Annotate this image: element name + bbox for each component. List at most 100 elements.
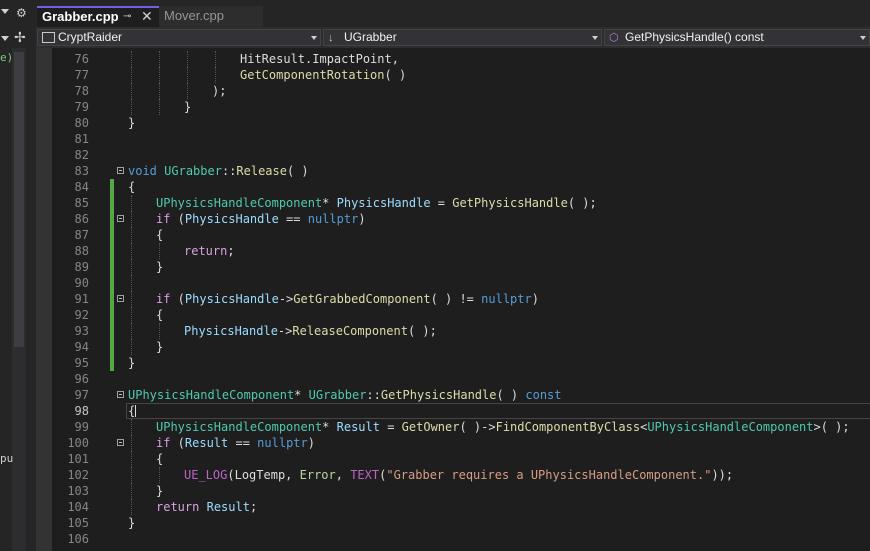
code-token: ; [249, 500, 258, 514]
code-text: HitResult.ImpactPoint, [240, 51, 399, 67]
fold-collapse-icon[interactable] [117, 167, 124, 174]
code-line[interactable]: 83 void UGrabber::Release( ) [36, 163, 870, 179]
code-token: { [128, 180, 136, 194]
code-line[interactable]: 92 { [36, 307, 870, 323]
code-text: } [156, 339, 163, 355]
line-number: 84 [74, 180, 89, 194]
code-line[interactable]: 85 UPhysicsHandleComponent* PhysicsHandle… [36, 195, 870, 211]
code-line[interactable]: 80} [36, 115, 870, 131]
code-line[interactable]: 101 { [36, 451, 870, 467]
code-line[interactable]: 76 HitResult.ImpactPoint, [36, 51, 870, 67]
fold-collapse-icon[interactable] [117, 391, 124, 398]
change-indicator [110, 275, 114, 291]
code-line[interactable]: 99 UPhysicsHandleComponent* Result = GetO… [36, 419, 870, 435]
code-line[interactable]: 100 if (Result == nullptr) [36, 435, 870, 451]
code-line[interactable]: 86 if (PhysicsHandle == nullptr) [36, 211, 870, 227]
code-text: } [184, 99, 191, 115]
line-number: 87 [74, 228, 89, 242]
code-text: if (Result == nullptr) [156, 435, 315, 451]
fold-collapse-icon[interactable] [117, 295, 124, 302]
code-line[interactable]: 81 [36, 131, 870, 147]
code-token: UPhysicsHandleComponent [156, 420, 323, 434]
code-line[interactable]: 104 return Result; [36, 499, 870, 515]
code-line[interactable]: 103} [36, 483, 870, 499]
member-dropdown[interactable]: ⬡ GetPhysicsHandle() const [604, 29, 870, 46]
code-line[interactable]: 93 PhysicsHandle->ReleaseComponent( ); [36, 323, 870, 339]
code-token: >( ); [813, 420, 850, 434]
code-line[interactable]: 90 [36, 275, 870, 291]
fold-collapse-icon[interactable] [117, 215, 124, 222]
dropdown-arrow-icon[interactable] [1, 36, 9, 41]
code-line[interactable]: 82 [36, 147, 870, 163]
code-text: { [156, 307, 163, 323]
code-token: Result [184, 436, 229, 450]
indent-guide [159, 467, 160, 483]
text-caret [135, 405, 136, 417]
code-token: :: [366, 388, 381, 402]
code-token: UPhysicsHandleComponent [128, 388, 295, 402]
line-number: 106 [67, 532, 89, 546]
change-indicator [110, 211, 114, 227]
code-token: } [156, 340, 164, 354]
indent-guide [131, 467, 132, 483]
current-line-highlight [126, 403, 870, 419]
indent-guide [159, 83, 160, 99]
indent-guide [131, 307, 132, 323]
class-dropdown[interactable]: ↓ UGrabber [323, 29, 602, 46]
code-token: nullptr [257, 436, 308, 450]
code-line[interactable]: 97 UPhysicsHandleComponent* UGrabber::Get… [36, 387, 870, 403]
indent-guide [131, 211, 132, 227]
code-line[interactable]: 105} [36, 515, 870, 531]
line-number: 105 [67, 516, 89, 530]
code-line[interactable]: 79} [36, 99, 870, 115]
code-token: ( ) [496, 388, 526, 402]
project-dropdown[interactable]: CryptRaider [37, 29, 321, 46]
left-scrollbar-thumb[interactable] [14, 52, 24, 347]
tab-grabber-cpp[interactable]: Grabber.cpp ⊸ ✕ [37, 6, 159, 27]
code-line[interactable]: 98{ [36, 403, 870, 419]
indent-guide [131, 99, 132, 115]
code-line[interactable]: 84 { [36, 179, 870, 195]
code-line[interactable]: 95} [36, 355, 870, 371]
code-editor[interactable]: 76 HitResult.ImpactPoint, 77 GetComponentRo… [36, 48, 870, 551]
close-icon[interactable]: ✕ [141, 7, 153, 25]
gear-icon[interactable]: ⚙ [16, 7, 27, 19]
code-line[interactable]: 77 GetComponentRotation( ) [36, 67, 870, 83]
code-token: , [335, 468, 351, 482]
chevron-down-icon [311, 36, 317, 40]
tab-label: Grabber.cpp [42, 9, 119, 24]
code-token: GetGrabbedComponent [293, 292, 431, 306]
code-line[interactable]: 89} [36, 259, 870, 275]
code-token: == [278, 212, 308, 226]
code-line[interactable]: 87 { [36, 227, 870, 243]
indent-guide [131, 499, 132, 515]
code-token: ( ) [286, 164, 309, 178]
code-line[interactable]: 78); [36, 83, 870, 99]
code-line[interactable]: 88 return; [36, 243, 870, 259]
code-line[interactable]: 91 if (PhysicsHandle->GetGrabbedComponent… [36, 291, 870, 307]
dropdown-arrow-icon[interactable] [1, 9, 9, 14]
tab-mover-cpp[interactable]: Mover.cpp [159, 6, 263, 27]
code-token: GetOwner [401, 420, 460, 434]
code-token: * [322, 420, 337, 434]
pin-icon[interactable]: ⊸ [123, 8, 131, 26]
code-token: UGrabber [308, 388, 367, 402]
code-line[interactable]: 96 [36, 371, 870, 387]
indent-guide [131, 483, 132, 499]
line-number: 91 [74, 292, 89, 306]
split-view-icon[interactable]: ✢ [14, 30, 26, 44]
line-number: 99 [74, 420, 89, 434]
code-line[interactable]: 106 [36, 531, 870, 547]
code-token: Result [206, 500, 250, 514]
code-token: if [156, 436, 171, 450]
code-line[interactable]: 102 UE_LOG(LogTemp, Error, TEXT("Grabber … [36, 467, 870, 483]
indent-guide [131, 243, 132, 259]
code-token: GetComponentRotation [240, 68, 385, 82]
fold-collapse-icon[interactable] [117, 439, 124, 446]
indent-guide [159, 67, 160, 83]
code-line[interactable]: 94} [36, 339, 870, 355]
line-number: 90 [74, 276, 89, 290]
code-token: Result [336, 420, 380, 434]
chevron-down-icon [592, 36, 598, 40]
code-token: Error [299, 468, 336, 482]
